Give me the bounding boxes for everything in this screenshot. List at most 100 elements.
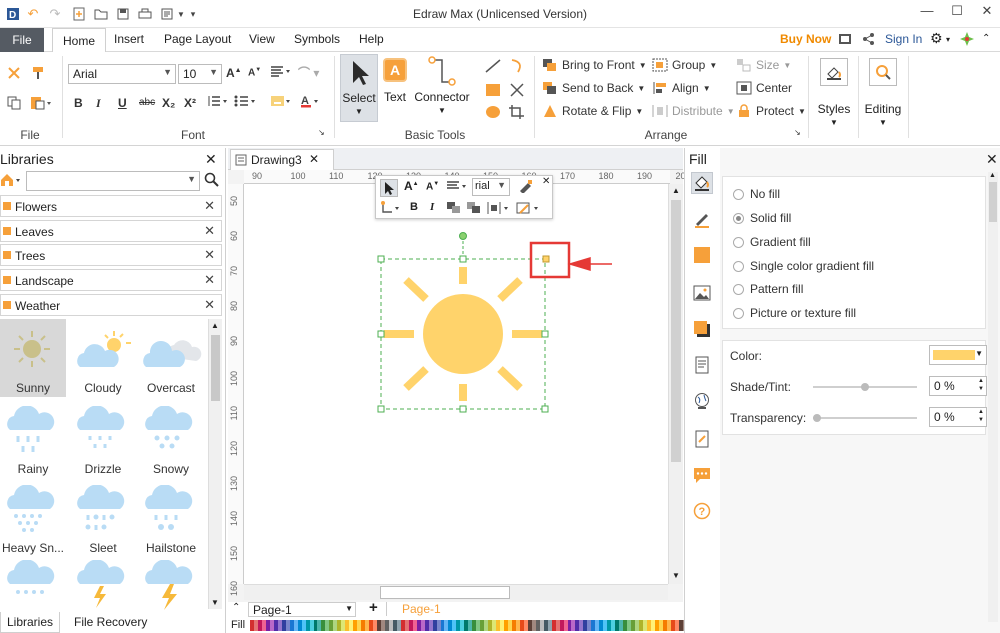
shape-color-icon[interactable] bbox=[691, 244, 713, 266]
tab-insert[interactable]: Insert bbox=[114, 32, 144, 46]
format-painter-icon[interactable] bbox=[30, 66, 46, 80]
bullets-icon[interactable] bbox=[234, 94, 256, 111]
shape-tile-partial-3[interactable] bbox=[144, 559, 198, 613]
font-color-icon[interactable]: A bbox=[300, 94, 322, 111]
font-name-arrow-icon[interactable]: ▼ bbox=[163, 67, 172, 77]
canvas-vertical-scrollbar[interactable]: ▲ ▼ bbox=[668, 184, 683, 584]
editing-dropdown-icon[interactable]: ▼ bbox=[862, 118, 904, 127]
tab-file-recovery[interactable]: File Recovery bbox=[74, 614, 147, 630]
float-close-icon[interactable]: ✕ bbox=[542, 176, 550, 187]
float-font-arrow-icon[interactable]: ▼ bbox=[497, 180, 506, 190]
shape-tile-hailstone[interactable]: Hailstone bbox=[138, 479, 204, 557]
transparency-slider[interactable] bbox=[813, 414, 917, 422]
text-tool-button[interactable]: A Text bbox=[380, 54, 410, 122]
shadow-icon[interactable] bbox=[691, 318, 713, 340]
connector-button[interactable]: Connector ▼ bbox=[412, 54, 472, 122]
tab-home[interactable]: Home bbox=[52, 28, 107, 53]
help-icon[interactable]: ? bbox=[691, 500, 713, 522]
distribute-button[interactable]: Distribute ▼ bbox=[652, 104, 735, 118]
option-picture-fill[interactable]: Picture or texture fill bbox=[733, 306, 856, 320]
float-shrink-font-icon[interactable]: A▼ bbox=[426, 181, 439, 192]
italic-icon[interactable]: I bbox=[96, 96, 101, 111]
libraries-scrollbar[interactable]: ▲ ▼ bbox=[208, 319, 222, 609]
shrink-font-icon[interactable]: A▼ bbox=[248, 67, 261, 78]
align-text-icon[interactable] bbox=[270, 64, 292, 81]
canvas-hscroll-thumb[interactable] bbox=[380, 586, 510, 599]
cut-icon[interactable] bbox=[6, 66, 22, 80]
font-name-combo[interactable]: Arial ▼ bbox=[68, 64, 176, 84]
option-gradient-fill[interactable]: Gradient fill bbox=[733, 235, 811, 249]
float-align-icon[interactable] bbox=[446, 179, 468, 196]
group-button[interactable]: Group ▼ bbox=[652, 58, 717, 72]
settings-gear-icon[interactable]: ⚙ bbox=[930, 30, 943, 47]
group-dropdown-icon[interactable]: ▼ bbox=[709, 61, 717, 70]
library-category-landscape[interactable]: Landscape ✕ bbox=[0, 269, 222, 291]
category-close-icon[interactable]: ✕ bbox=[204, 223, 215, 239]
line-tool-icon[interactable] bbox=[484, 58, 502, 77]
option-solid-fill[interactable]: Solid fill bbox=[733, 211, 791, 225]
fill-scroll-thumb[interactable] bbox=[989, 182, 997, 222]
library-home-icon[interactable] bbox=[0, 172, 24, 192]
page-select-arrow-icon[interactable]: ▼ bbox=[345, 604, 353, 613]
shade-tint-input[interactable]: 0 % ▲ ▼ bbox=[929, 376, 987, 396]
radio-pattern-fill[interactable] bbox=[733, 283, 744, 295]
collapse-ribbon-icon[interactable]: ⌃ bbox=[982, 33, 990, 44]
share-icon[interactable] bbox=[862, 32, 874, 49]
float-font-combo[interactable]: rial ▼ bbox=[472, 178, 510, 196]
superscript-icon[interactable]: X² bbox=[184, 96, 196, 110]
category-close-icon[interactable]: ✕ bbox=[204, 297, 215, 313]
option-pattern-fill[interactable]: Pattern fill bbox=[733, 282, 803, 296]
size-dropdown-icon[interactable]: ▼ bbox=[783, 61, 791, 70]
grow-font-icon[interactable]: A▲ bbox=[226, 66, 242, 80]
canvas-horizontal-scrollbar[interactable] bbox=[244, 584, 668, 600]
transparency-input[interactable]: 0 % ▲ ▼ bbox=[929, 407, 987, 427]
notes-icon[interactable] bbox=[691, 428, 713, 450]
tab-page-layout[interactable]: Page Layout bbox=[164, 32, 231, 46]
settings-dropdown-icon[interactable]: ▾ bbox=[946, 35, 950, 44]
align-dropdown-icon[interactable]: ▼ bbox=[703, 84, 711, 93]
rectangle-tool-icon[interactable] bbox=[484, 82, 502, 101]
styles-dropdown-icon[interactable]: ▼ bbox=[814, 118, 854, 127]
float-bold-icon[interactable]: B bbox=[410, 201, 418, 213]
float-italic-icon[interactable]: I bbox=[430, 201, 434, 213]
library-category-weather[interactable]: Weather ✕ bbox=[0, 294, 222, 316]
strikethrough-icon[interactable]: abc bbox=[139, 97, 155, 108]
option-single-color-gradient[interactable]: Single color gradient fill bbox=[733, 259, 874, 273]
transparency-thumb[interactable] bbox=[813, 414, 821, 422]
float-send-back-icon[interactable] bbox=[466, 201, 482, 218]
library-category-flowers[interactable]: Flowers ✕ bbox=[0, 195, 222, 217]
libraries-scroll-thumb[interactable] bbox=[211, 335, 220, 401]
tab-help[interactable]: Help bbox=[359, 32, 384, 46]
library-category-trees[interactable]: Trees ✕ bbox=[0, 244, 222, 266]
buy-cart-icon[interactable] bbox=[838, 33, 852, 48]
color-picker[interactable]: ▼ bbox=[929, 345, 987, 365]
scroll-down-icon[interactable]: ▼ bbox=[211, 598, 219, 607]
shape-tile-partial-2[interactable] bbox=[76, 559, 130, 613]
fill-scroll-up-icon[interactable]: ▲ bbox=[989, 172, 996, 179]
select-dropdown-icon[interactable]: ▼ bbox=[341, 107, 377, 116]
shape-tile-overcast[interactable]: Overcast bbox=[138, 319, 204, 397]
transparency-spinner-icon[interactable]: ▲ ▼ bbox=[978, 408, 984, 424]
bring-to-front-button[interactable]: Bring to Front ▼ bbox=[542, 58, 647, 72]
float-distribute-icon[interactable] bbox=[486, 201, 512, 218]
protect-dropdown-icon[interactable]: ▼ bbox=[798, 107, 806, 116]
ellipse-tool-icon[interactable] bbox=[484, 104, 502, 123]
shape-tile-sleet[interactable]: Sleet bbox=[70, 479, 136, 557]
paste-icon[interactable] bbox=[30, 96, 52, 110]
theme-icon[interactable] bbox=[960, 32, 974, 49]
protect-button[interactable]: Protect ▼ bbox=[736, 104, 806, 118]
radio-gradient-fill[interactable] bbox=[733, 236, 744, 248]
line-spacing-icon[interactable] bbox=[206, 94, 228, 111]
rotate-flip-dropdown-icon[interactable]: ▼ bbox=[635, 107, 643, 116]
select-button[interactable]: Select ▼ bbox=[340, 54, 378, 122]
shape-tile-drizzle[interactable]: Drizzle bbox=[70, 400, 136, 478]
copy-icon[interactable] bbox=[6, 96, 22, 110]
option-no-fill[interactable]: No fill bbox=[733, 187, 780, 201]
crop-tool-icon[interactable] bbox=[508, 104, 526, 123]
text-effect-icon[interactable]: ⌒ ▾ bbox=[298, 64, 319, 81]
arc-tool-icon[interactable] bbox=[508, 58, 526, 77]
fill-tool-icon[interactable] bbox=[691, 172, 713, 194]
document-tab-close-icon[interactable]: ✕ bbox=[309, 152, 319, 166]
tab-file[interactable]: File bbox=[0, 28, 44, 52]
canvas-scroll-up-icon[interactable]: ▲ bbox=[672, 186, 680, 195]
